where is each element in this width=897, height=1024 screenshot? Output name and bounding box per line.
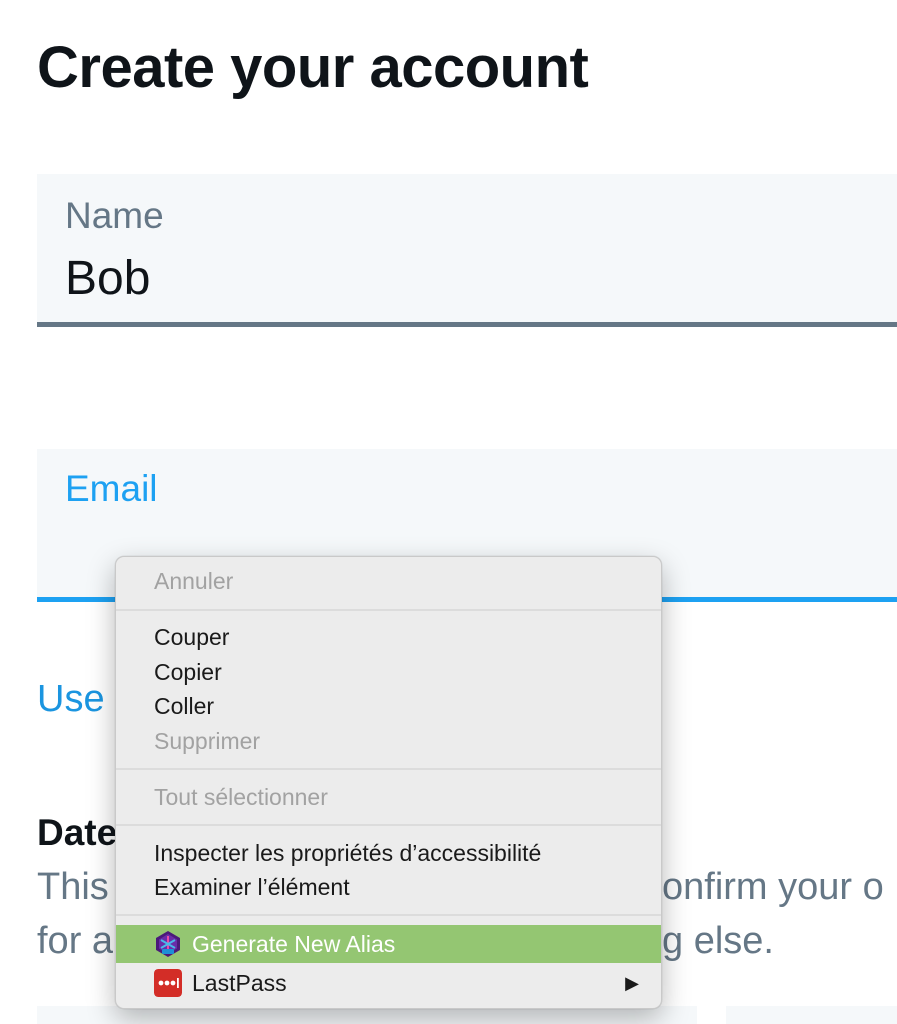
menu-separator	[116, 914, 661, 916]
menu-item-couper[interactable]: Couper	[116, 620, 661, 654]
menu-item-generate-new-alias-label: Generate New Alias	[192, 931, 396, 957]
dob-description-line2-left: for a	[37, 920, 114, 962]
dob-day-select[interactable]	[726, 1006, 897, 1024]
email-field-label: Email	[65, 468, 158, 509]
menu-item-examiner-element[interactable]: Examiner l’élément	[116, 870, 661, 904]
menu-item-copier[interactable]: Copier	[116, 655, 661, 689]
use-phone-instead-link[interactable]: Use	[37, 676, 105, 722]
lastpass-icon	[154, 969, 182, 997]
menu-separator	[116, 768, 661, 770]
signup-page: Create your account Name Bob Email Use D…	[0, 0, 897, 1024]
menu-item-coller[interactable]: Coller	[116, 689, 661, 723]
name-field[interactable]: Name Bob	[37, 174, 897, 327]
menu-item-generate-new-alias[interactable]: Generate New Alias	[116, 925, 661, 963]
simplelogin-icon	[156, 931, 180, 957]
page-title: Create your account	[37, 35, 589, 100]
menu-item-lastpass[interactable]: LastPass ▶	[116, 964, 661, 1002]
submenu-arrow-icon: ▶	[625, 973, 639, 993]
dob-description-line1-right: onfirm your o	[662, 866, 884, 908]
dob-description-line2-right: g else.	[662, 920, 774, 962]
menu-item-lastpass-label: LastPass	[192, 970, 287, 996]
menu-separator	[116, 609, 661, 611]
dob-description-line1-left: This	[37, 866, 109, 908]
menu-item-supprimer[interactable]: Supprimer	[116, 724, 661, 758]
date-of-birth-heading: Date	[37, 812, 118, 853]
name-field-label: Name	[65, 195, 164, 236]
menu-item-inspecter-accessibilite[interactable]: Inspecter les propriétés d’accessibilité	[116, 836, 661, 870]
context-menu: Annuler Couper Copier Coller Supprimer T…	[115, 556, 662, 1009]
menu-separator	[116, 824, 661, 826]
name-input[interactable]: Bob	[65, 250, 150, 308]
menu-item-tout-selectionner[interactable]: Tout sélectionner	[116, 780, 661, 814]
menu-item-annuler[interactable]: Annuler	[116, 564, 661, 598]
